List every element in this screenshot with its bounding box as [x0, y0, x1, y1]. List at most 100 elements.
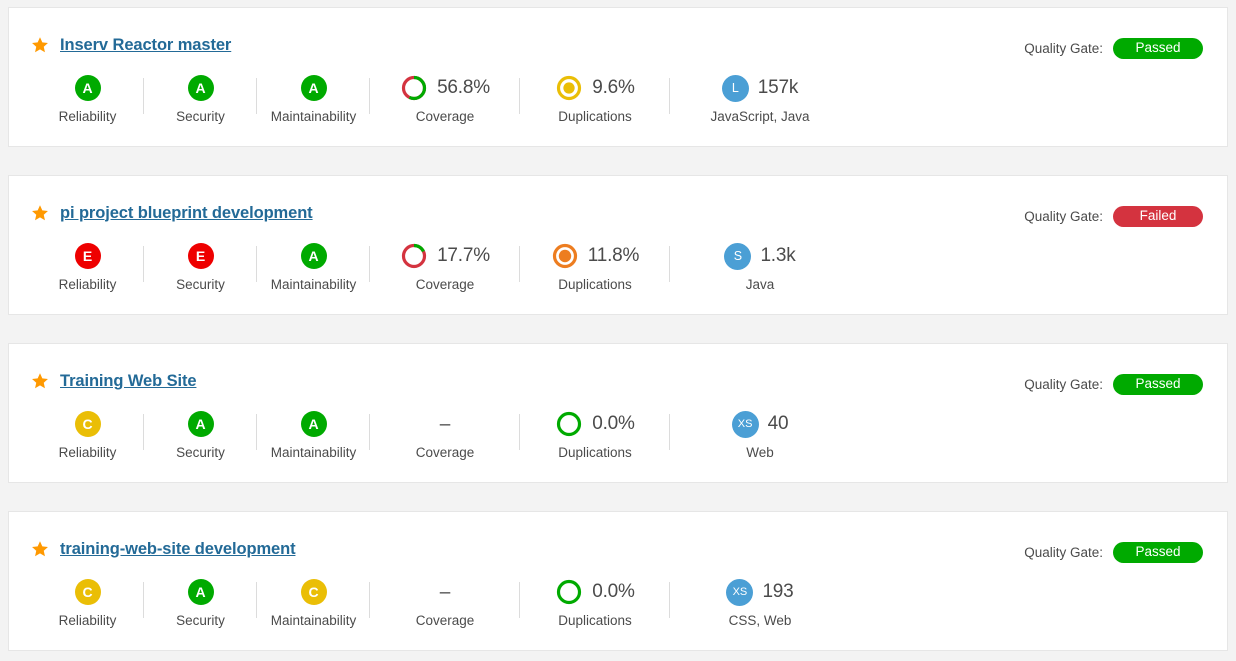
- security-rating-badge[interactable]: A: [187, 411, 214, 437]
- duplications-value[interactable]: 0.0%: [592, 413, 635, 435]
- reliability-rating-badge[interactable]: C: [74, 579, 101, 605]
- languages-label: CSS, Web: [728, 613, 792, 628]
- measure-value-wrap: C: [74, 408, 101, 440]
- coverage-donut-icon[interactable]: [400, 74, 428, 102]
- maintainability-rating-badge[interactable]: A: [300, 75, 327, 101]
- measure-value-wrap: –: [440, 408, 451, 440]
- measure-maintainability: A Maintainability: [257, 72, 370, 124]
- maintainability-label[interactable]: Maintainability: [271, 613, 357, 628]
- size-badge[interactable]: L: [721, 74, 749, 102]
- ncloc-value[interactable]: 40: [768, 413, 789, 435]
- coverage-label[interactable]: Coverage: [416, 613, 475, 628]
- coverage-label[interactable]: Coverage: [416, 109, 475, 124]
- project-title-link[interactable]: Inserv Reactor master: [60, 36, 231, 55]
- project-card[interactable]: training-web-site development Quality Gat…: [8, 511, 1228, 651]
- measure-value-wrap: 56.8%: [400, 72, 490, 104]
- measure-value-wrap: E: [74, 240, 101, 272]
- size-indicator: XS 40: [731, 410, 789, 438]
- size-badge[interactable]: S: [724, 242, 752, 270]
- coverage-value[interactable]: 17.7%: [437, 245, 490, 267]
- duplications-donut-icon[interactable]: [555, 410, 583, 438]
- project-card[interactable]: pi project blueprint development Quality …: [8, 175, 1228, 315]
- measure-value-wrap: L 157k: [721, 72, 799, 104]
- security-rating-badge[interactable]: A: [187, 579, 214, 605]
- duplications-label[interactable]: Duplications: [558, 445, 632, 460]
- duplications-indicator: 9.6%: [555, 74, 635, 102]
- coverage-indicator: 56.8%: [400, 74, 490, 102]
- measure-value-wrap: 17.7%: [400, 240, 490, 272]
- maintainability-rating-badge[interactable]: A: [300, 243, 327, 269]
- measures-row: C Reliability A Security A Maintainability – Co…: [9, 408, 1227, 460]
- security-rating-badge[interactable]: A: [187, 75, 214, 101]
- measure-reliability: C Reliability: [31, 408, 144, 460]
- security-label[interactable]: Security: [176, 445, 225, 460]
- duplications-value[interactable]: 11.8%: [588, 245, 640, 267]
- project-title-link[interactable]: pi project blueprint development: [60, 204, 313, 223]
- project-title-link[interactable]: Training Web Site: [60, 372, 197, 391]
- measure-value-wrap: C: [74, 576, 101, 608]
- measure-duplications: 9.6% Duplications: [520, 72, 670, 124]
- project-card[interactable]: Training Web Site Quality Gate: Passed C Rel…: [8, 343, 1228, 483]
- quality-gate-status-badge[interactable]: Failed: [1113, 206, 1203, 227]
- measure-value-wrap: A: [187, 576, 214, 608]
- reliability-label[interactable]: Reliability: [59, 445, 117, 460]
- ncloc-value[interactable]: 157k: [758, 77, 799, 99]
- reliability-label[interactable]: Reliability: [59, 277, 117, 292]
- duplications-value[interactable]: 0.0%: [592, 581, 635, 603]
- project-title-link[interactable]: training-web-site development: [60, 540, 296, 559]
- ncloc-value[interactable]: 1.3k: [760, 245, 795, 267]
- reliability-rating-badge[interactable]: E: [74, 243, 101, 269]
- quality-gate-status-badge[interactable]: Passed: [1113, 374, 1203, 395]
- maintainability-label[interactable]: Maintainability: [271, 109, 357, 124]
- favorite-star-icon[interactable]: [31, 540, 49, 558]
- coverage-donut-icon[interactable]: [400, 242, 428, 270]
- favorite-star-icon[interactable]: [31, 372, 49, 390]
- size-badge[interactable]: XS: [726, 578, 754, 606]
- maintainability-rating-badge[interactable]: C: [300, 579, 327, 605]
- duplications-value[interactable]: 9.6%: [592, 77, 635, 99]
- duplications-label[interactable]: Duplications: [558, 109, 632, 124]
- maintainability-rating-badge[interactable]: A: [300, 411, 327, 437]
- maintainability-label[interactable]: Maintainability: [271, 445, 357, 460]
- security-label[interactable]: Security: [176, 277, 225, 292]
- ncloc-value[interactable]: 193: [762, 581, 793, 603]
- duplications-donut-icon[interactable]: [555, 74, 583, 102]
- quality-gate-status-badge[interactable]: Passed: [1113, 542, 1203, 563]
- duplications-label[interactable]: Duplications: [558, 613, 632, 628]
- coverage-label[interactable]: Coverage: [416, 277, 475, 292]
- reliability-rating-badge[interactable]: A: [74, 75, 101, 101]
- security-label[interactable]: Security: [176, 613, 225, 628]
- duplications-donut-icon[interactable]: [551, 242, 579, 270]
- measure-value-wrap: A: [300, 72, 327, 104]
- languages-label: Java: [745, 277, 775, 292]
- project-card[interactable]: Inserv Reactor master Quality Gate: Passed…: [8, 7, 1228, 147]
- coverage-label[interactable]: Coverage: [416, 445, 475, 460]
- measure-value-wrap: A: [300, 408, 327, 440]
- duplications-donut-icon[interactable]: [555, 578, 583, 606]
- favorite-star-icon[interactable]: [31, 36, 49, 54]
- measure-value-wrap: A: [74, 72, 101, 104]
- measure-value-wrap: C: [300, 576, 327, 608]
- reliability-label[interactable]: Reliability: [59, 613, 117, 628]
- favorite-star-icon[interactable]: [31, 204, 49, 222]
- quality-gate: Quality Gate: Passed: [1024, 542, 1203, 563]
- quality-gate: Quality Gate: Failed: [1024, 206, 1203, 227]
- coverage-indicator: 17.7%: [400, 242, 490, 270]
- reliability-label[interactable]: Reliability: [59, 109, 117, 124]
- security-label[interactable]: Security: [176, 109, 225, 124]
- reliability-rating-badge[interactable]: C: [74, 411, 101, 437]
- measure-maintainability: A Maintainability: [257, 240, 370, 292]
- quality-gate-status-badge[interactable]: Passed: [1113, 38, 1203, 59]
- size-badge[interactable]: XS: [731, 410, 759, 438]
- quality-gate-label: Quality Gate:: [1024, 41, 1103, 56]
- measure-size-languages: XS 40 Web: [670, 408, 850, 460]
- size-indicator: S 1.3k: [724, 242, 796, 270]
- coverage-value[interactable]: 56.8%: [437, 77, 490, 99]
- duplications-label[interactable]: Duplications: [558, 277, 632, 292]
- measure-security: A Security: [144, 72, 257, 124]
- security-rating-badge[interactable]: E: [187, 243, 214, 269]
- duplications-indicator: 0.0%: [555, 410, 635, 438]
- measures-row: A Reliability A Security A Maintainability 56.…: [9, 72, 1227, 124]
- maintainability-label[interactable]: Maintainability: [271, 277, 357, 292]
- measure-security: E Security: [144, 240, 257, 292]
